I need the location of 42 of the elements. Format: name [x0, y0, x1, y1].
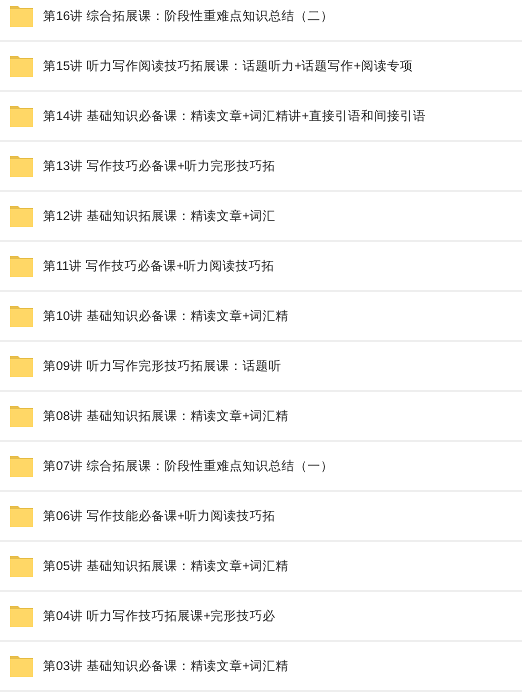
folder-icon — [10, 56, 33, 76]
folder-icon — [10, 456, 33, 476]
folder-name: 第07讲 综合拓展课：阶段性重难点知识总结（一） — [43, 458, 334, 475]
folder-icon — [10, 656, 33, 676]
folder-icon — [10, 6, 33, 26]
folder-item[interactable]: 第07讲 综合拓展课：阶段性重难点知识总结（一） — [0, 442, 522, 492]
folder-icon — [10, 556, 33, 576]
folder-name: 第03讲 基础知识必备课：精读文章+词汇精 — [43, 658, 289, 675]
folder-item[interactable]: 第05讲 基础知识拓展课：精读文章+词汇精 — [0, 542, 522, 592]
folder-icon — [10, 156, 33, 176]
folder-icon — [10, 206, 33, 226]
folder-item[interactable]: 第11讲 写作技巧必备课+听力阅读技巧拓 — [0, 242, 522, 292]
folder-name: 第14讲 基础知识必备课：精读文章+词汇精讲+直接引语和间接引语 — [43, 108, 426, 125]
folder-item[interactable]: 第03讲 基础知识必备课：精读文章+词汇精 — [0, 642, 522, 692]
folder-item[interactable]: 第14讲 基础知识必备课：精读文章+词汇精讲+直接引语和间接引语 — [0, 92, 522, 142]
folder-name: 第09讲 听力写作完形技巧拓展课：话题听 — [43, 358, 282, 375]
folder-item[interactable]: 第09讲 听力写作完形技巧拓展课：话题听 — [0, 342, 522, 392]
folder-icon — [10, 256, 33, 276]
folder-item[interactable]: 第16讲 综合拓展课：阶段性重难点知识总结（二） — [0, 0, 522, 42]
folder-icon — [10, 406, 33, 426]
folder-name: 第10讲 基础知识必备课：精读文章+词汇精 — [43, 308, 289, 325]
folder-item[interactable]: 第13讲 写作技巧必备课+听力完形技巧拓 — [0, 142, 522, 192]
folder-item[interactable]: 第08讲 基础知识拓展课：精读文章+词汇精 — [0, 392, 522, 442]
folder-name: 第11讲 写作技巧必备课+听力阅读技巧拓 — [43, 258, 275, 275]
folder-name: 第13讲 写作技巧必备课+听力完形技巧拓 — [43, 158, 276, 175]
folder-name: 第15讲 听力写作阅读技巧拓展课：话题听力+话题写作+阅读专项 — [43, 58, 413, 75]
folder-icon — [10, 506, 33, 526]
folder-name: 第08讲 基础知识拓展课：精读文章+词汇精 — [43, 408, 289, 425]
folder-item[interactable]: 第06讲 写作技能必备课+听力阅读技巧拓 — [0, 492, 522, 542]
folder-name: 第04讲 听力写作技巧拓展课+完形技巧必 — [43, 608, 276, 625]
folder-item[interactable]: 第15讲 听力写作阅读技巧拓展课：话题听力+话题写作+阅读专项 — [0, 42, 522, 92]
folder-name: 第05讲 基础知识拓展课：精读文章+词汇精 — [43, 558, 289, 575]
folder-icon — [10, 106, 33, 126]
folder-name: 第06讲 写作技能必备课+听力阅读技巧拓 — [43, 508, 276, 525]
folder-icon — [10, 606, 33, 626]
folder-item[interactable]: 第04讲 听力写作技巧拓展课+完形技巧必 — [0, 592, 522, 642]
folder-name: 第16讲 综合拓展课：阶段性重难点知识总结（二） — [43, 8, 334, 25]
folder-icon — [10, 356, 33, 376]
folder-item[interactable]: 第12讲 基础知识拓展课：精读文章+词汇 — [0, 192, 522, 242]
folder-item[interactable]: 第10讲 基础知识必备课：精读文章+词汇精 — [0, 292, 522, 342]
folder-name: 第12讲 基础知识拓展课：精读文章+词汇 — [43, 208, 276, 225]
folder-icon — [10, 306, 33, 326]
